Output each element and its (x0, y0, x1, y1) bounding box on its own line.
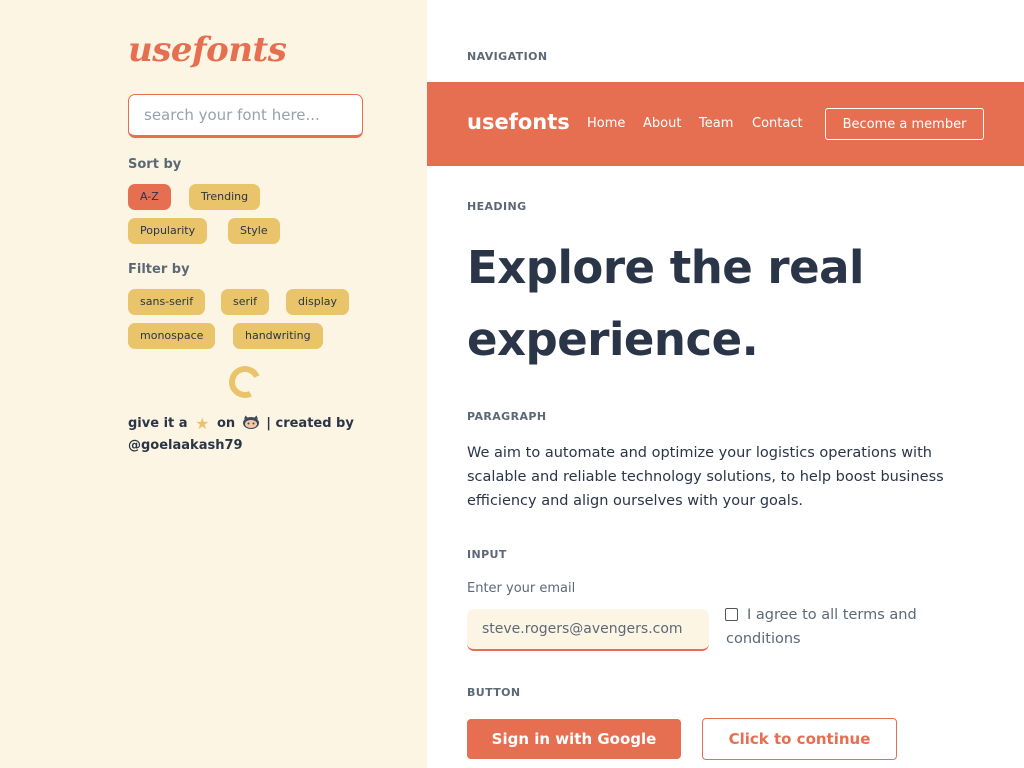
nav-link-about[interactable]: About (643, 116, 681, 131)
github-icon[interactable] (242, 415, 260, 429)
loading-spinner-icon (224, 361, 266, 403)
sort-chip-style[interactable]: Style (228, 218, 280, 244)
email-caption: Enter your email (467, 581, 576, 596)
credits: give it a ★ on | created by @goelaakash7… (128, 413, 388, 457)
filter-chip-display[interactable]: display (286, 289, 350, 315)
filter-by-label: Filter by (128, 262, 190, 277)
sort-chip-popularity[interactable]: Popularity (128, 218, 208, 244)
filter-chip-sans-serif[interactable]: sans-serif (128, 289, 206, 315)
email-field[interactable] (467, 609, 709, 651)
section-label-input: INPUT (467, 548, 507, 561)
credits-handle[interactable]: @goelaakash79 (128, 438, 243, 453)
credits-middle: on (216, 416, 236, 431)
terms-label[interactable]: I agree to all terms and conditions (726, 603, 966, 651)
demo-paragraph: We aim to automate and optimize your log… (467, 445, 944, 509)
continue-button[interactable]: Click to continue (702, 718, 897, 760)
credits-prefix: give it a (128, 416, 188, 431)
sort-chip-trending[interactable]: Trending (189, 184, 261, 210)
filter-chip-monospace[interactable]: monospace (128, 323, 216, 349)
become-member-button[interactable]: Become a member (825, 108, 984, 140)
sidebar: usefonts Sort by A-Z Trending Popularity… (0, 0, 427, 768)
sort-chip-a-z[interactable]: A-Z (128, 184, 171, 210)
section-label-button: BUTTON (467, 686, 521, 699)
sign-in-google-button[interactable]: Sign in with Google (467, 719, 681, 759)
demo-heading: Explore the real experience. (467, 241, 864, 366)
nav-link-team[interactable]: Team (699, 116, 733, 131)
credits-suffix: | created by (266, 416, 354, 431)
section-label-heading: HEADING (467, 200, 527, 213)
nav-link-home[interactable]: Home (587, 116, 625, 131)
logo[interactable]: usefonts (128, 30, 287, 70)
nav-link-contact[interactable]: Contact (752, 116, 803, 131)
filter-chip-serif[interactable]: serif (221, 289, 269, 315)
section-label-navigation: NAVIGATION (467, 50, 548, 63)
sort-by-label: Sort by (128, 157, 182, 172)
demo-navbar: usefonts Home About Team Contact Become … (427, 82, 1024, 166)
nav-brand[interactable]: usefonts (467, 110, 570, 134)
section-label-paragraph: PARAGRAPH (467, 410, 547, 423)
search-input[interactable] (128, 94, 363, 138)
filter-chip-handwriting[interactable]: handwriting (233, 323, 323, 349)
star-icon: ★ (195, 414, 210, 433)
